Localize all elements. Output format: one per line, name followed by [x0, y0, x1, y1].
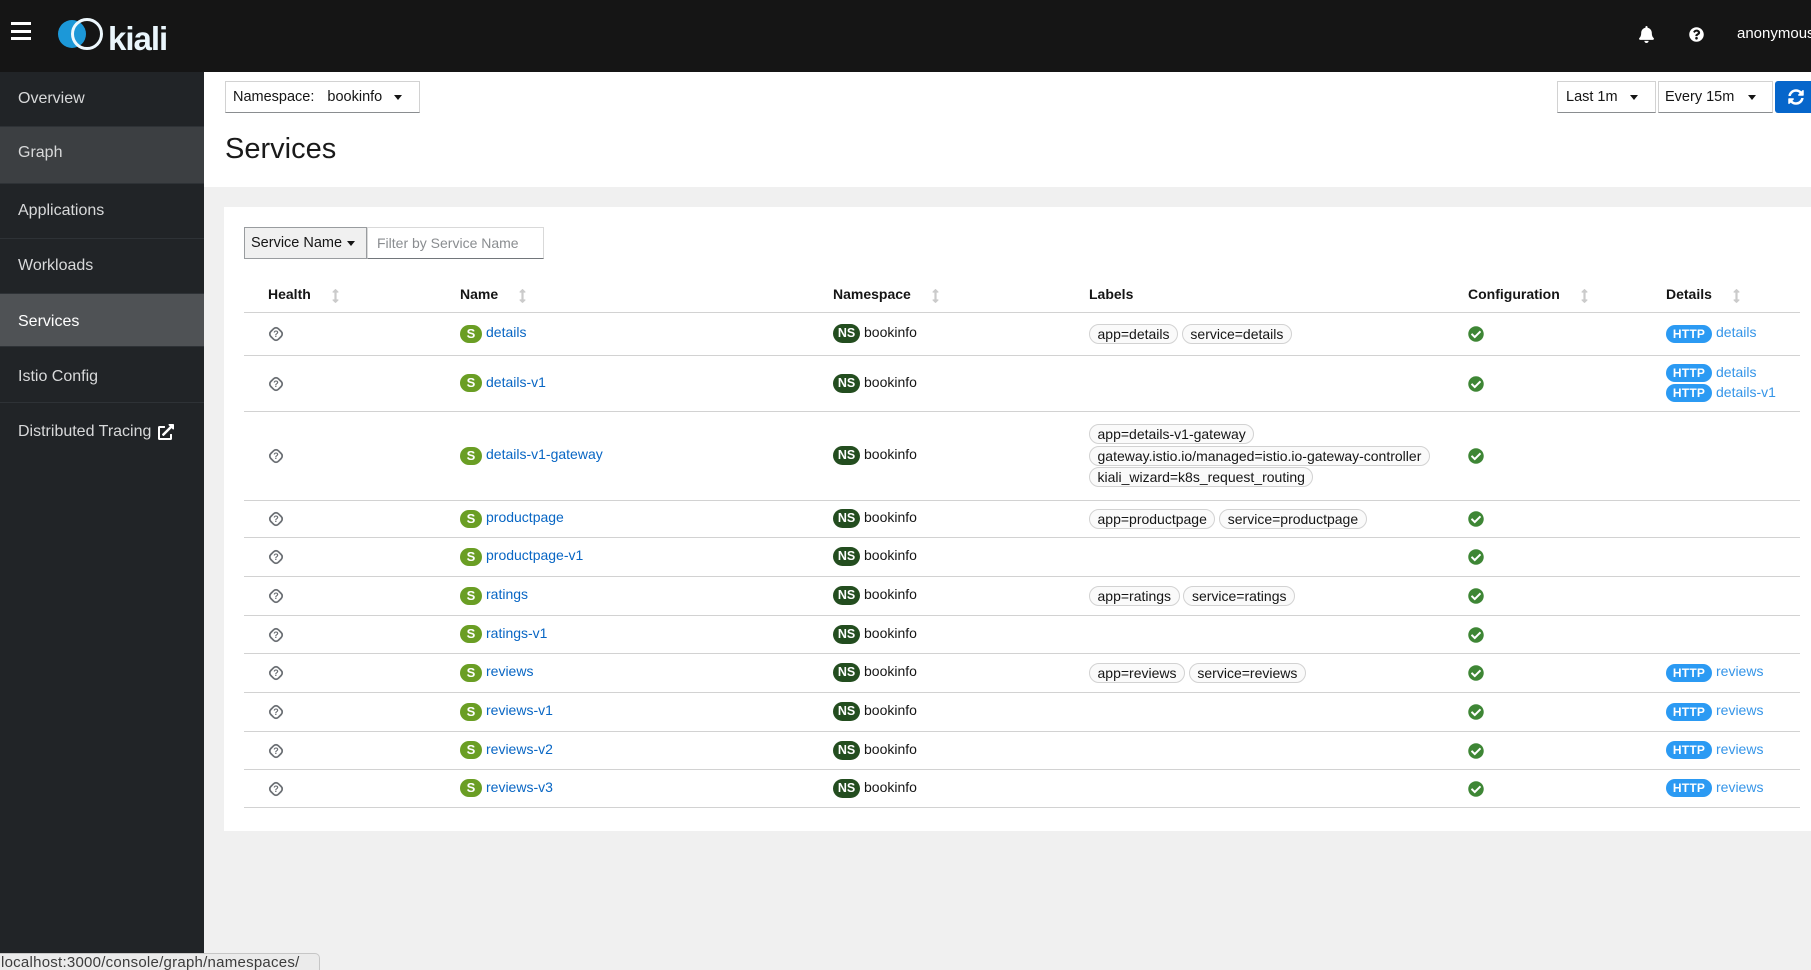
svg-text:?: ? — [273, 630, 279, 640]
svg-text:?: ? — [273, 784, 279, 794]
svg-text:?: ? — [273, 514, 279, 524]
svg-text:?: ? — [273, 329, 279, 339]
svg-text:?: ? — [273, 451, 279, 461]
svg-text:?: ? — [273, 707, 279, 717]
svg-text:?: ? — [273, 591, 279, 601]
svg-text:?: ? — [273, 379, 279, 389]
svg-text:?: ? — [273, 668, 279, 678]
svg-text:?: ? — [273, 746, 279, 756]
svg-text:?: ? — [273, 552, 279, 562]
